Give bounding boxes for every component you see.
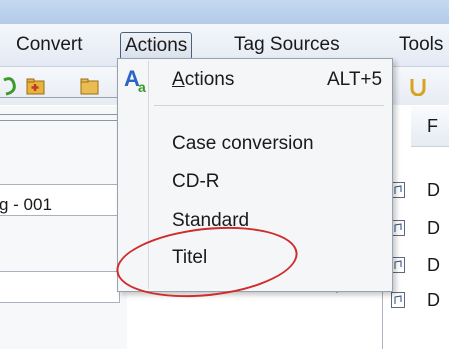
- toolbar-divider: [0, 97, 125, 98]
- left-panel: g - 001: [0, 106, 127, 349]
- list-item-label: D: [427, 290, 440, 310]
- audio-file-icon: [391, 292, 405, 308]
- menu-item-label: Case conversion: [172, 133, 314, 154]
- yellow-toolbar-icon[interactable]: [408, 76, 428, 96]
- mnemonic-letter: A: [172, 69, 185, 90]
- text-field[interactable]: g - 001: [0, 184, 120, 216]
- green-toolbar-icon[interactable]: [2, 76, 22, 96]
- menu-item-label: Actions: [172, 69, 234, 91]
- menu-separator: [154, 105, 384, 106]
- menu-item-actions[interactable]: A a Actions ALT+5: [119, 63, 389, 99]
- audio-file-icon: [391, 220, 405, 236]
- combo-field[interactable]: [0, 271, 120, 303]
- menu-item-case-conversion[interactable]: Case conversion: [119, 127, 389, 163]
- menu-tag-sources[interactable]: Tag Sources: [230, 32, 344, 58]
- audio-file-icon: [391, 257, 405, 273]
- actions-icon: A a: [124, 66, 146, 95]
- actions-dropdown-menu: A a Actions ALT+5 Case conversion CD-R S…: [117, 58, 393, 292]
- menu-item-standard[interactable]: Standard: [119, 204, 389, 240]
- panel-rule: [0, 120, 127, 121]
- column-header[interactable]: F: [411, 106, 449, 147]
- list-item-label: D: [427, 255, 440, 275]
- menu-item-titel[interactable]: Titel: [119, 241, 389, 277]
- svg-text:a: a: [138, 79, 146, 95]
- shortcut-label: ALT+5: [327, 69, 383, 90]
- menu-actions[interactable]: Actions: [120, 32, 193, 60]
- menu-item-label: Titel: [172, 247, 208, 268]
- add-folder-icon[interactable]: [26, 76, 46, 96]
- menu-item-label-rest: ctions: [184, 69, 235, 90]
- field-value: g - 001: [0, 195, 52, 214]
- panel-rule: [0, 114, 127, 115]
- column-header-label: F: [427, 116, 438, 136]
- menu-item-label: Standard: [172, 210, 250, 231]
- audio-file-icon: [391, 182, 405, 198]
- folder-icon[interactable]: [80, 76, 100, 96]
- list-item-label: D: [427, 180, 440, 200]
- menu-convert[interactable]: Convert: [12, 32, 87, 58]
- menu-tools[interactable]: Tools: [395, 32, 447, 58]
- menu-item-label: CD-R: [172, 171, 220, 192]
- list-item-label: D: [427, 218, 440, 238]
- menu-item-cd-r[interactable]: CD-R: [119, 165, 389, 201]
- window-titlebar: [0, 0, 449, 24]
